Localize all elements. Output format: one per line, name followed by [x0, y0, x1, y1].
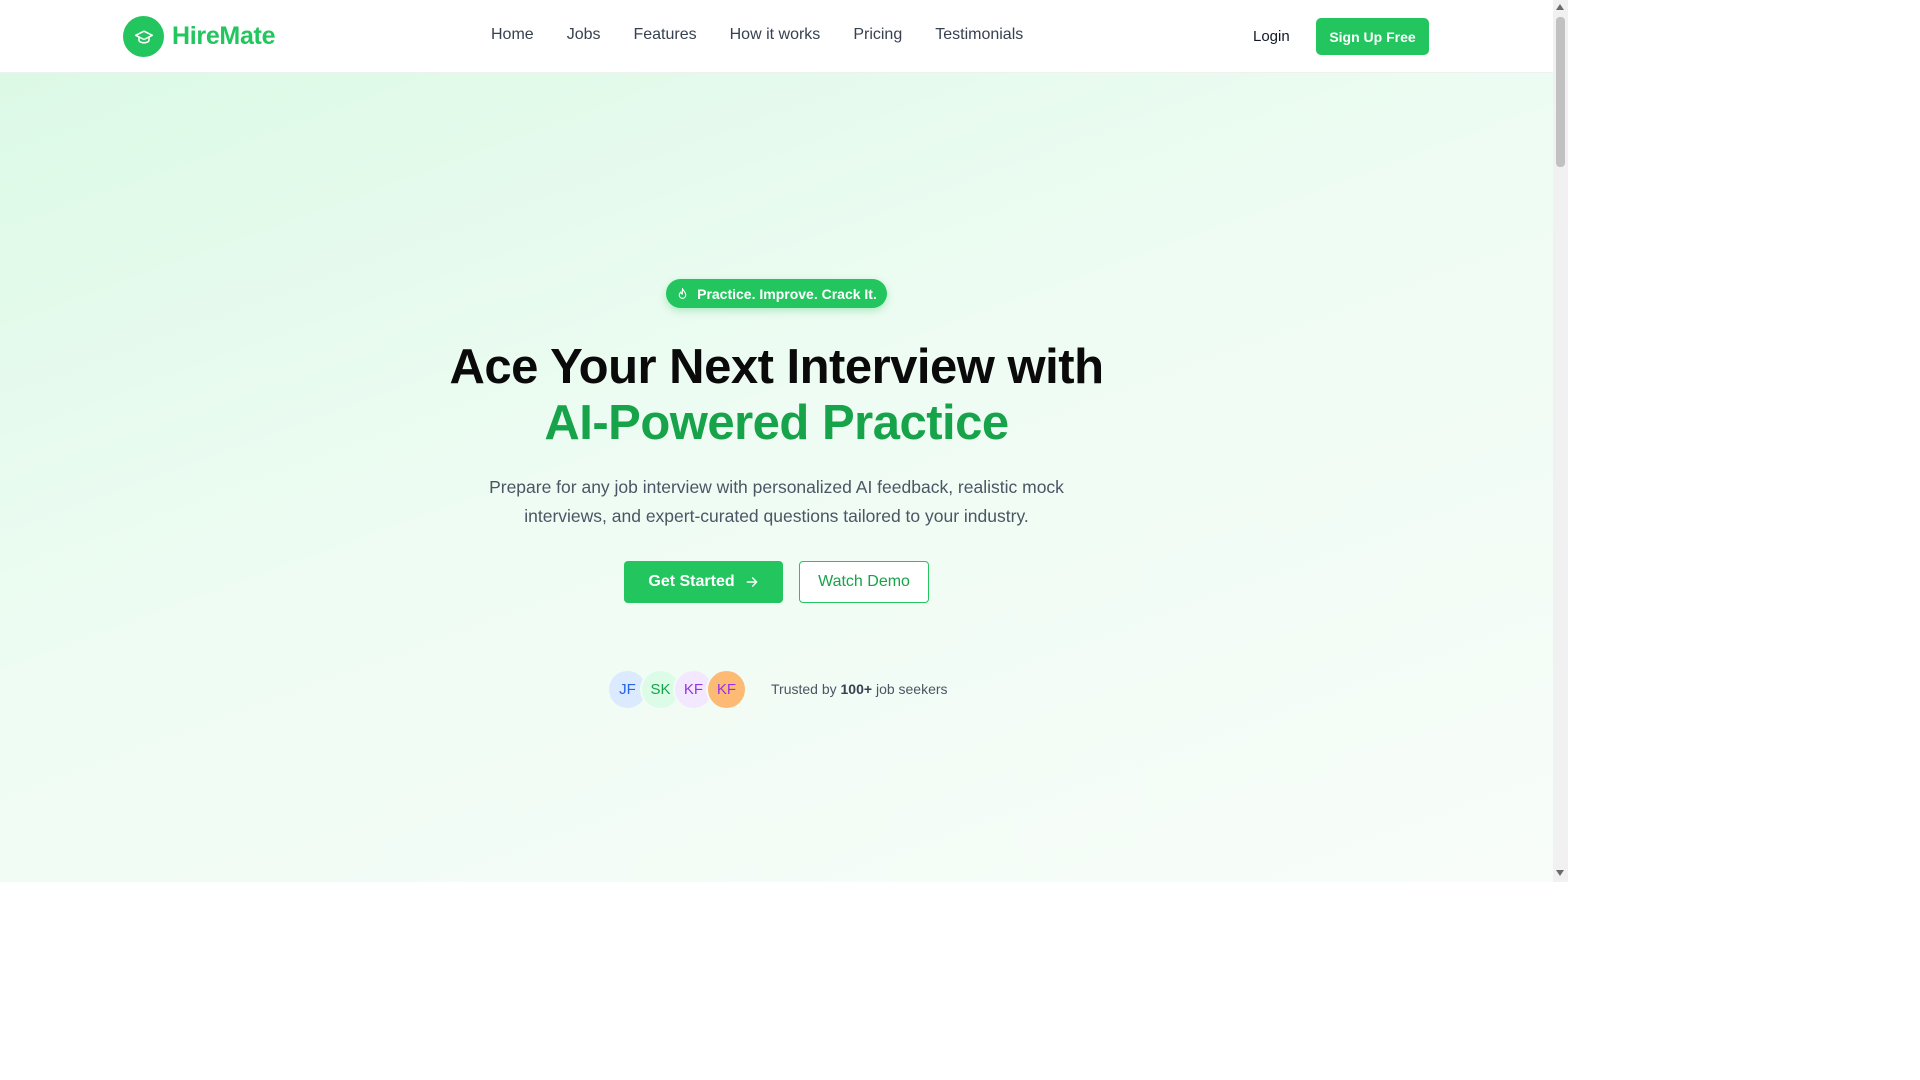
trust-prefix: Trusted by — [771, 681, 837, 697]
nav-link-pricing[interactable]: Pricing — [853, 26, 902, 44]
graduation-cap-icon — [123, 16, 164, 57]
sign-up-button[interactable]: Sign Up Free — [1316, 18, 1429, 55]
arrow-right-icon — [746, 577, 757, 587]
get-started-label: Get Started — [648, 573, 735, 590]
flame-icon — [678, 287, 687, 299]
trust-statement: Trusted by 100+ job seekers — [771, 681, 948, 697]
hero-badge: Practice. Improve. Crack It. — [666, 279, 887, 308]
main-nav: Home Jobs Features How it works Pricing … — [491, 26, 1023, 44]
nav-link-home[interactable]: Home — [491, 26, 534, 44]
brand-logo[interactable]: HireMate — [123, 16, 276, 57]
login-link[interactable]: Login — [1253, 28, 1290, 45]
scrollbar-thumb[interactable] — [1556, 17, 1565, 167]
hero-subtitle: Prepare for any job interview with perso… — [489, 477, 1064, 526]
hero-section: Practice. Improve. Crack It. Ace Your Ne… — [0, 73, 1553, 882]
nav-link-how-it-works[interactable]: How it works — [730, 26, 821, 44]
nav-link-jobs[interactable]: Jobs — [567, 26, 601, 44]
hero-title-line-2: AI-Powered Practice — [544, 396, 1009, 450]
trust-suffix: job seekers — [875, 681, 948, 697]
avatar: KF — [706, 669, 747, 710]
trust-count: 100+ — [840, 681, 873, 697]
page-scrollbar[interactable] — [1553, 0, 1568, 882]
top-navbar: HireMate Home Jobs Features How it works… — [0, 0, 1553, 73]
watch-demo-button[interactable]: Watch Demo — [799, 561, 929, 603]
avatar-group: JF SK KF KF — [607, 669, 748, 710]
get-started-button[interactable]: Get Started — [624, 561, 783, 603]
scroll-up-arrow-icon[interactable] — [1556, 4, 1564, 10]
nav-link-features[interactable]: Features — [633, 26, 696, 44]
nav-link-testimonials[interactable]: Testimonials — [935, 26, 1023, 44]
hero-title-line-1: Ace Your Next Interview with — [449, 340, 1104, 394]
hero-badge-text: Practice. Improve. Crack It. — [697, 285, 877, 302]
scroll-down-arrow-icon[interactable] — [1556, 870, 1564, 876]
brand-name: HireMate — [172, 22, 276, 50]
